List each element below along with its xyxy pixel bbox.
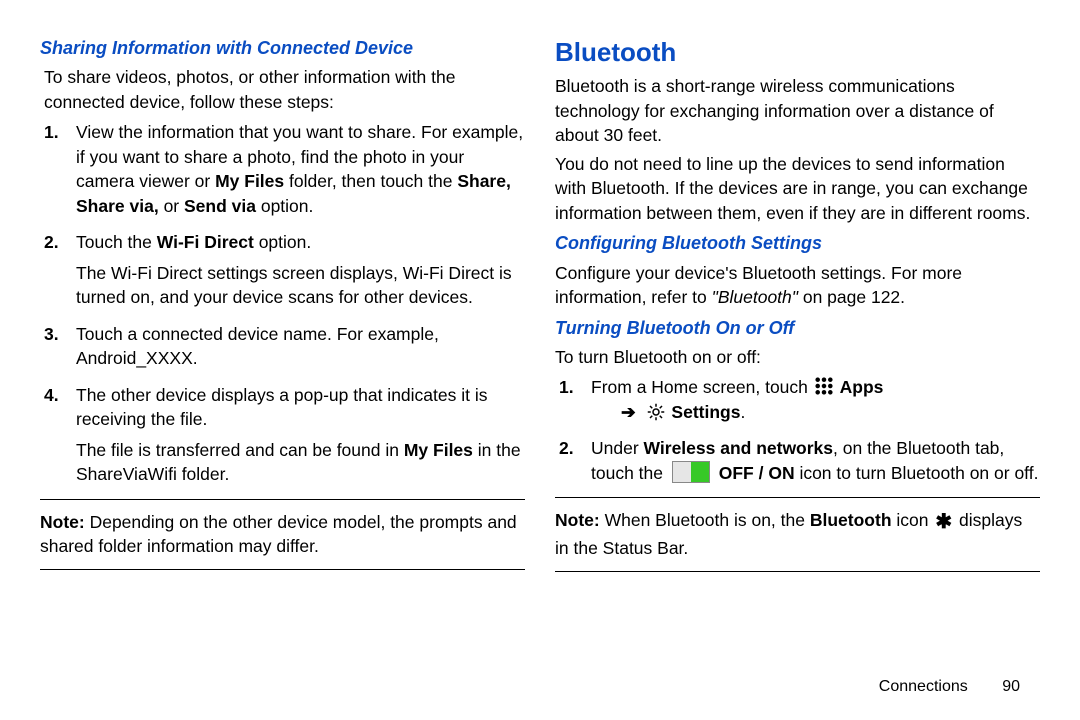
text: or (159, 196, 184, 216)
sharing-steps-list: View the information that you want to sh… (40, 120, 525, 487)
left-note: Note: Depending on the other device mode… (40, 510, 525, 559)
text: Under (591, 438, 644, 458)
text: When Bluetooth is on, the (600, 510, 810, 530)
apps-label: Apps (840, 377, 884, 397)
divider (40, 499, 525, 500)
note-label: Note: (40, 512, 85, 532)
sharing-step-4: The other device displays a pop-up that … (68, 383, 525, 487)
text: From a Home screen, touch (591, 377, 813, 397)
note-text: Depending on the other device model, the… (40, 512, 517, 557)
divider (555, 571, 1040, 572)
page-footer: Connections 90 (879, 678, 1020, 696)
heading-bluetooth: Bluetooth (555, 34, 1040, 70)
text: Touch the (76, 232, 157, 252)
note-label: Note: (555, 510, 600, 530)
sharing-step-2: Touch the Wi-Fi Direct option. The Wi-Fi… (68, 230, 525, 310)
sharing-step-1: View the information that you want to sh… (68, 120, 525, 218)
apps-grid-icon (815, 377, 833, 395)
turn-step-1: From a Home screen, touch Apps ➔ Setting… (583, 375, 1040, 424)
bluetooth-bold: Bluetooth (810, 510, 892, 530)
step-4-continuation: The file is transferred and can be found… (76, 438, 525, 487)
text: icon to turn Bluetooth on or off. (795, 463, 1039, 483)
settings-gear-icon (647, 403, 665, 421)
settings-label: Settings (671, 402, 740, 422)
off-on-text: OFF / ON (719, 463, 795, 483)
bluetooth-icon: ✱ (935, 508, 952, 536)
heading-configuring: Configuring Bluetooth Settings (555, 231, 1040, 256)
text: option. (254, 232, 311, 252)
my-files-text: My Files (404, 440, 473, 460)
send-via-text: Send via (184, 196, 256, 216)
footer-page-number: 90 (1002, 678, 1020, 696)
my-files-text: My Files (215, 171, 284, 191)
turn-steps-list: From a Home screen, touch Apps ➔ Setting… (555, 375, 1040, 485)
heading-sharing-info: Sharing Information with Connected Devic… (40, 36, 525, 61)
wireless-networks-text: Wireless and networks (644, 438, 834, 458)
arrow-icon: ➔ (621, 400, 636, 425)
right-column: Bluetooth Bluetooth is a short-range wir… (555, 30, 1040, 660)
toggle-on-icon (672, 461, 710, 483)
text: folder, then touch the (284, 171, 457, 191)
turn-intro: To turn Bluetooth on or off: (555, 345, 1040, 370)
text: icon (892, 510, 934, 530)
wifi-direct-text: Wi-Fi Direct (157, 232, 254, 252)
divider (555, 497, 1040, 498)
text: . (740, 402, 745, 422)
turn-step-2: Under Wireless and networks, on the Blue… (583, 436, 1040, 485)
text: The other device displays a pop-up that … (76, 385, 487, 430)
divider (40, 569, 525, 570)
sharing-intro: To share videos, photos, or other inform… (40, 65, 525, 114)
footer-section: Connections (879, 678, 968, 695)
sharing-step-3: Touch a connected device name. For examp… (68, 322, 525, 371)
step-2-continuation: The Wi-Fi Direct settings screen display… (76, 261, 525, 310)
bluetooth-desc-1: Bluetooth is a short-range wireless comm… (555, 74, 1040, 148)
config-desc: Configure your device's Bluetooth settin… (555, 261, 1040, 310)
bluetooth-desc-2: You do not need to line up the devices t… (555, 152, 1040, 226)
left-column: Sharing Information with Connected Devic… (40, 30, 525, 660)
text: The file is transferred and can be found… (76, 440, 404, 460)
bluetooth-ref: "Bluetooth" (712, 287, 798, 307)
text: option. (256, 196, 313, 216)
text: on page 122. (798, 287, 905, 307)
right-note: Note: When Bluetooth is on, the Bluetoot… (555, 508, 1040, 561)
heading-turning: Turning Bluetooth On or Off (555, 316, 1040, 341)
